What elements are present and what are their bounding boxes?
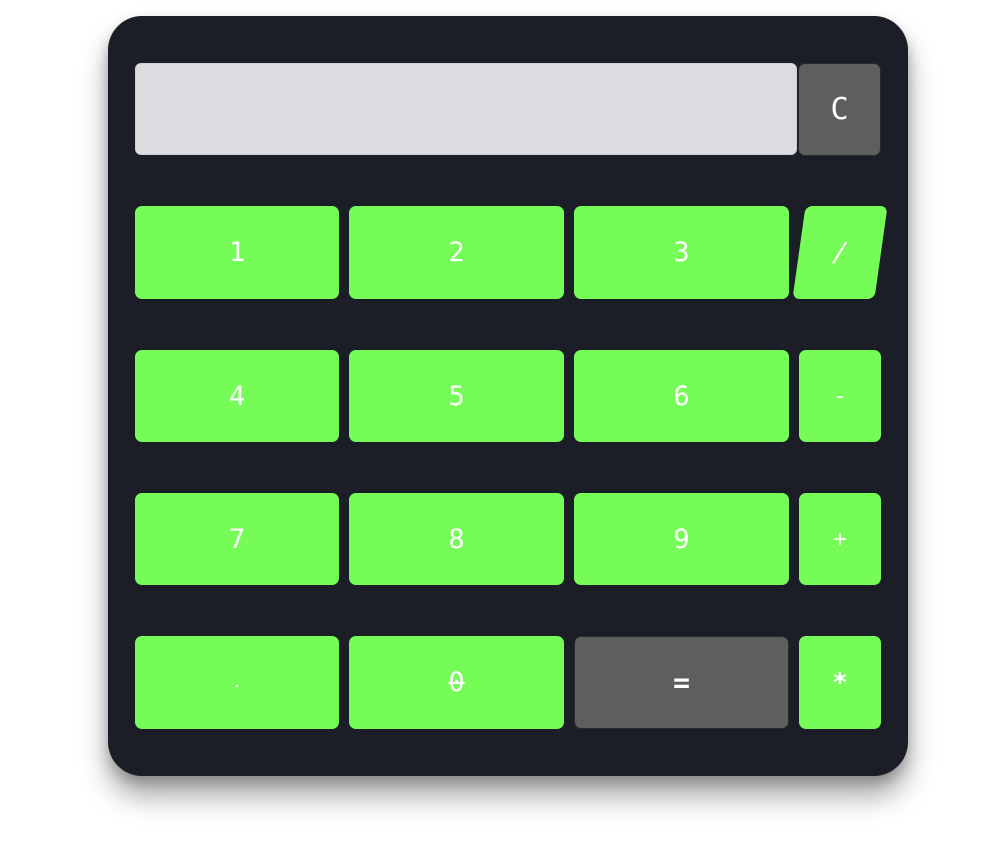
- digit-9-button[interactable]: 9: [574, 493, 789, 585]
- clear-button[interactable]: C: [798, 63, 881, 156]
- digit-8-button[interactable]: 8: [349, 493, 564, 585]
- add-button[interactable]: +: [799, 493, 881, 585]
- digit-3-button[interactable]: 3: [574, 206, 789, 299]
- equals-button[interactable]: =: [574, 636, 789, 729]
- subtract-button[interactable]: -: [799, 350, 881, 442]
- calculator-display: [135, 63, 797, 155]
- decimal-button[interactable]: .: [135, 636, 339, 729]
- digit-1-button[interactable]: 1: [135, 206, 339, 299]
- digit-7-button[interactable]: 7: [135, 493, 339, 585]
- digit-0-button[interactable]: 0: [349, 636, 564, 729]
- digit-4-button[interactable]: 4: [135, 350, 339, 442]
- digit-2-button[interactable]: 2: [349, 206, 564, 299]
- divide-button[interactable]: /: [792, 206, 888, 299]
- digit-6-button[interactable]: 6: [574, 350, 789, 442]
- digit-5-button[interactable]: 5: [349, 350, 564, 442]
- calculator: C 1 2 3 / 4 5 6 - 7 8 9 + . 0 = *: [108, 16, 908, 776]
- multiply-button[interactable]: *: [799, 636, 881, 729]
